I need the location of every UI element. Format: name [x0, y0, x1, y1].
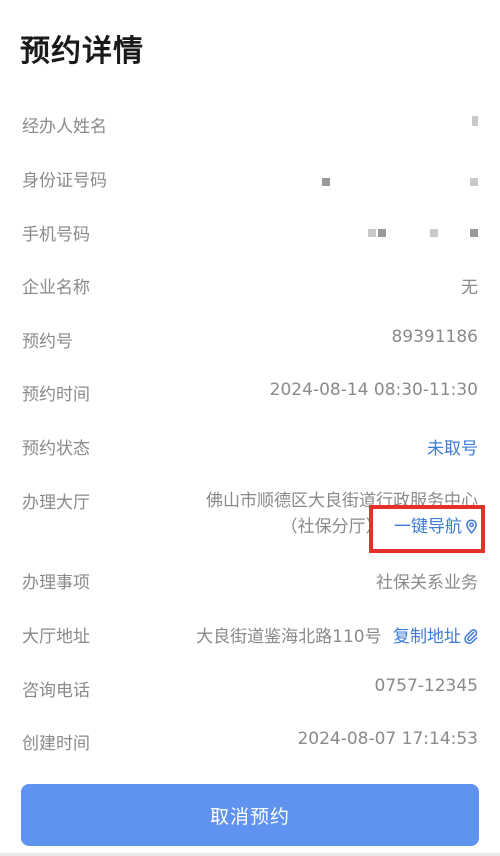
page-title: 预约详情	[20, 34, 144, 69]
hotline-value[interactable]: 0757-12345	[375, 676, 478, 696]
created-time-value: 2024-08-07 17:14:53	[297, 729, 478, 749]
address-value-group: 大良街道鉴海北路110号 复制地址	[196, 622, 478, 649]
row-company: 企业名称 无	[22, 273, 478, 298]
row-phone: 手机号码	[22, 220, 478, 245]
hotline-label: 咨询电话	[22, 681, 90, 701]
row-created-time: 创建时间 2024-08-07 17:14:53	[22, 729, 478, 754]
booking-no-label: 预约号	[22, 332, 73, 352]
row-booking-no: 预约号 89391186	[22, 327, 478, 352]
hall-name-line2: （社保分厅）	[280, 517, 383, 537]
phone-label: 手机号码	[22, 225, 90, 245]
booking-time-label: 预约时间	[22, 385, 90, 405]
booking-no-value: 89391186	[391, 327, 478, 347]
phone-masked-value	[368, 220, 478, 242]
handler-name-masked-value	[472, 116, 478, 126]
row-service: 办理事项 社保关系业务	[22, 568, 478, 593]
cancel-booking-button[interactable]: 取消预约	[21, 784, 479, 846]
id-number-label: 身份证号码	[22, 171, 107, 191]
created-time-label: 创建时间	[22, 734, 90, 754]
service-label: 办理事项	[22, 573, 90, 593]
paperclip-icon	[464, 629, 478, 649]
copy-address-button[interactable]: 复制地址	[393, 627, 478, 647]
service-value: 社保关系业务	[376, 573, 478, 593]
booking-status-label: 预约状态	[22, 439, 90, 459]
company-value: 无	[461, 278, 478, 298]
row-hotline: 咨询电话 0757-12345	[22, 676, 478, 701]
row-address: 大厅地址 大良街道鉴海北路110号 复制地址	[22, 622, 478, 649]
booking-status-badge: 未取号	[427, 439, 478, 459]
row-id-number: 身份证号码	[22, 166, 478, 191]
copy-address-label: 复制地址	[393, 627, 461, 647]
row-booking-time: 预约时间 2024-08-14 08:30-11:30	[22, 380, 478, 405]
row-handler-name: 经办人姓名	[22, 112, 478, 137]
booking-time-value: 2024-08-14 08:30-11:30	[269, 380, 478, 400]
row-booking-status: 预约状态 未取号	[22, 434, 478, 459]
address-value: 大良街道鉴海北路110号	[196, 627, 382, 647]
id-number-masked-value	[308, 166, 478, 188]
company-label: 企业名称	[22, 278, 90, 298]
navigate-highlight-box	[369, 505, 485, 553]
handler-name-label: 经办人姓名	[22, 117, 107, 137]
address-label: 大厅地址	[22, 627, 90, 647]
hall-label: 办理大厅	[22, 493, 90, 513]
